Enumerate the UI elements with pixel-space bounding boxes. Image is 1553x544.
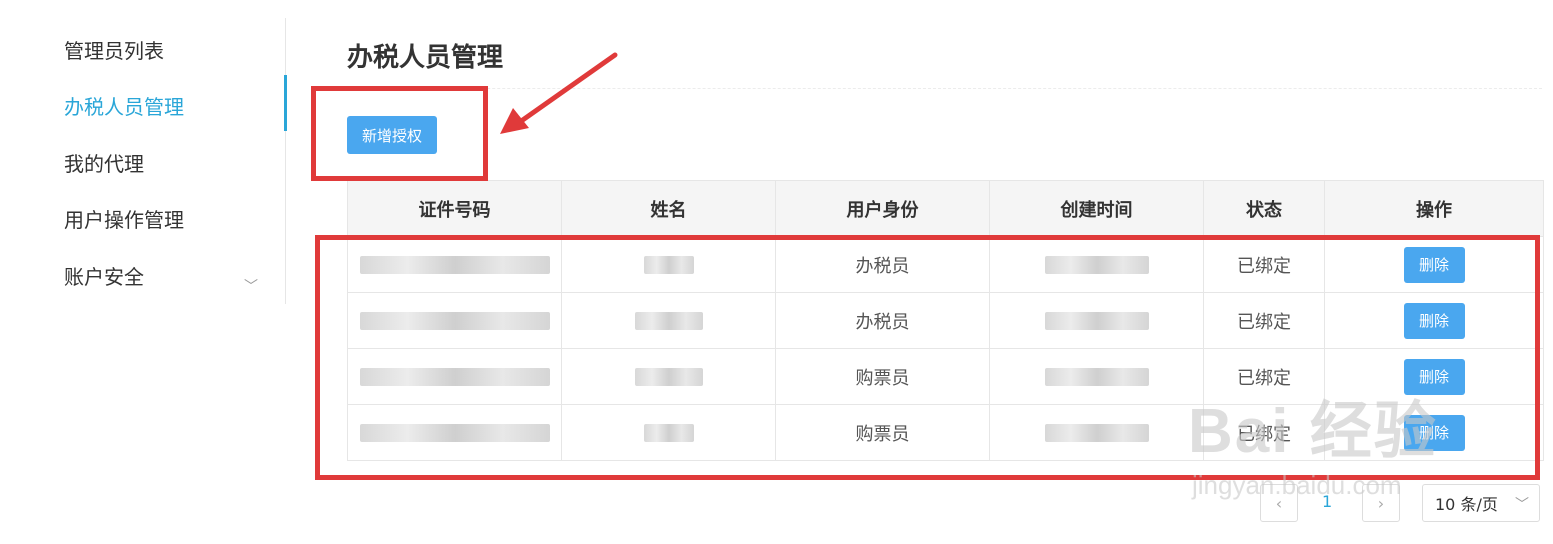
- header-action: 操作: [1416, 199, 1452, 221]
- role-cell: 购票员: [776, 349, 990, 404]
- table-row: 办税员 已绑定 删除: [348, 237, 1543, 293]
- name-cell: [562, 349, 776, 404]
- id-number-cell: [348, 349, 562, 404]
- page-title: 办税人员管理: [347, 43, 504, 73]
- table-row: 购票员 已绑定 删除: [348, 349, 1543, 405]
- redacted-block: [1044, 255, 1149, 274]
- redacted-block: [359, 423, 550, 442]
- id-number-cell: [348, 237, 562, 292]
- redacted-block: [359, 311, 550, 330]
- header-role: 用户身份: [776, 181, 990, 236]
- header-status: 状态: [1204, 181, 1325, 236]
- header-id-number: 证件号码: [348, 181, 562, 236]
- redacted-block: [643, 255, 694, 274]
- name-cell: [562, 293, 776, 348]
- created-cell: [990, 349, 1204, 404]
- active-indicator: [284, 75, 287, 131]
- redacted-block: [1044, 367, 1149, 386]
- table-header: 证件号码 姓名 用户身份 创建时间 状态 操作: [348, 180, 1543, 237]
- chevron-down-icon[interactable]: ﹀: [244, 276, 258, 296]
- current-page[interactable]: 1: [1322, 492, 1332, 511]
- chevron-down-icon: ﹀: [1515, 497, 1529, 513]
- staff-table: 证件号码 姓名 用户身份 创建时间 状态 操作 办税员 已绑定 删除 办税员 已…: [347, 180, 1544, 461]
- action-cell: 删除: [1325, 349, 1543, 404]
- delete-button[interactable]: 删除: [1403, 358, 1465, 395]
- header-created: 创建时间: [990, 181, 1204, 236]
- status-cell: 已绑定: [1204, 293, 1325, 348]
- id-number-cell: [348, 293, 562, 348]
- sidebar: 管理员列表 办税人员管理 我的代理 用户操作管理 账户安全 ﹀: [0, 18, 287, 304]
- sidebar-item-user-ops[interactable]: 用户操作管理: [64, 204, 184, 233]
- annotation-arrow-icon: [500, 52, 618, 134]
- name-cell: [562, 237, 776, 292]
- redacted-block: [1044, 311, 1149, 330]
- id-number-cell: [348, 405, 562, 460]
- sidebar-item-account-security[interactable]: 账户安全: [64, 261, 144, 290]
- prev-page-button[interactable]: ‹: [1260, 484, 1298, 522]
- name-cell: [562, 405, 776, 460]
- redacted-block: [359, 255, 550, 274]
- sidebar-item-my-agent[interactable]: 我的代理: [64, 148, 144, 177]
- redacted-block: [1044, 423, 1149, 442]
- status-cell: 已绑定: [1204, 349, 1325, 404]
- role-cell: 购票员: [776, 405, 990, 460]
- created-cell: [990, 405, 1204, 460]
- created-cell: [990, 237, 1204, 292]
- created-cell: [990, 293, 1204, 348]
- status-cell: 已绑定: [1204, 405, 1325, 460]
- action-cell: 删除: [1325, 405, 1543, 460]
- delete-button[interactable]: 删除: [1403, 302, 1465, 339]
- page-size-select[interactable]: 10 条/页 ﹀: [1422, 484, 1540, 522]
- table-row: 办税员 已绑定 删除: [348, 293, 1543, 349]
- sidebar-item-admin-list[interactable]: 管理员列表: [64, 35, 164, 64]
- role-cell: 办税员: [776, 237, 990, 292]
- add-authorization-button[interactable]: 新增授权: [347, 116, 437, 154]
- sidebar-item-tax-staff[interactable]: 办税人员管理: [64, 91, 184, 120]
- role-cell: 办税员: [776, 293, 990, 348]
- delete-button[interactable]: 删除: [1403, 246, 1465, 283]
- redacted-block: [634, 367, 703, 386]
- next-page-button[interactable]: ›: [1362, 484, 1400, 522]
- redacted-block: [634, 311, 703, 330]
- header-name: 姓名: [562, 181, 776, 236]
- delete-button[interactable]: 删除: [1403, 414, 1465, 451]
- page-size-value: 10 条/页: [1435, 495, 1498, 514]
- divider: [347, 88, 1542, 89]
- action-cell: 删除: [1325, 237, 1543, 292]
- status-cell: 已绑定: [1204, 237, 1325, 292]
- action-cell: 删除: [1325, 293, 1543, 348]
- redacted-block: [643, 423, 694, 442]
- table-row: 购票员 已绑定 删除: [348, 405, 1543, 461]
- redacted-block: [359, 367, 550, 386]
